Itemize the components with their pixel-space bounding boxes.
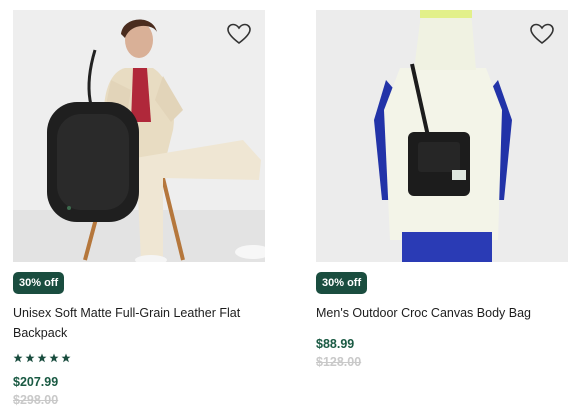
- sale-price: $207.99: [13, 375, 59, 389]
- product-name-link[interactable]: Men's Outdoor Croc Canvas Body Bag: [316, 303, 568, 323]
- star-icon: [61, 353, 71, 363]
- product-image[interactable]: [316, 10, 568, 262]
- product-card[interactable]: 30% off Unisex Soft Matte Full-Grain Lea…: [13, 0, 265, 407]
- wishlist-heart-icon[interactable]: [226, 22, 252, 46]
- discount-badge: 30% off: [316, 272, 368, 294]
- star-icon: [37, 353, 47, 363]
- product-photo-backpack: [13, 10, 265, 262]
- original-price: $128.00: [316, 355, 362, 369]
- sale-price: $88.99: [316, 337, 355, 351]
- product-photo-body-bag: [316, 10, 568, 262]
- wishlist-heart-icon[interactable]: [529, 22, 555, 46]
- original-price: $298.00: [13, 393, 59, 407]
- rating-stars: [13, 353, 265, 363]
- star-icon: [49, 353, 59, 363]
- star-icon: [25, 353, 35, 363]
- discount-badge: 30% off: [13, 272, 65, 294]
- product-image[interactable]: [13, 10, 265, 262]
- product-name-link[interactable]: Unisex Soft Matte Full-Grain Leather Fla…: [13, 303, 265, 343]
- star-icon: [13, 353, 23, 363]
- product-card[interactable]: 30% off Men's Outdoor Croc Canvas Body B…: [316, 0, 568, 369]
